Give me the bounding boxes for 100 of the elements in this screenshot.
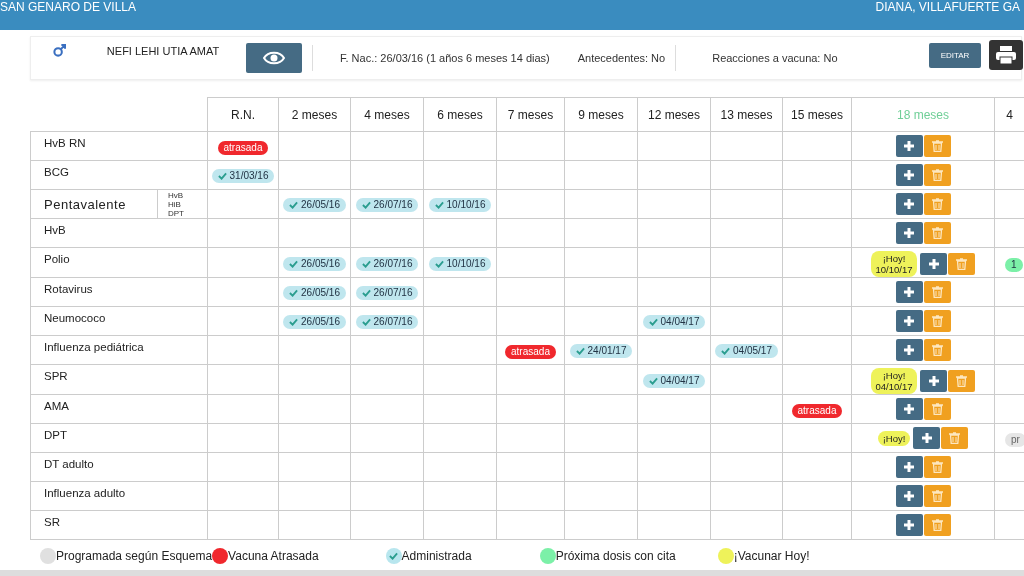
column-header: 13 meses: [710, 97, 783, 132]
legend-label: Programada según Esquema: [56, 549, 213, 563]
vaccine-name: BCG: [30, 160, 208, 190]
overdue-badge: atrasada: [791, 404, 843, 418]
add-button[interactable]: [895, 164, 923, 186]
add-button[interactable]: [920, 370, 948, 392]
administered-badge: 26/05/16: [283, 286, 346, 300]
add-button[interactable]: [895, 339, 923, 361]
administered-badge: 26/05/16: [283, 256, 346, 271]
administered-badge: 10/10/16: [428, 198, 492, 212]
vaccine-name: HvB RN: [30, 131, 208, 161]
print-button[interactable]: [989, 40, 1023, 70]
add-button[interactable]: [895, 310, 923, 332]
administered-badge: 26/05/16: [283, 315, 346, 329]
column-header: 6 meses: [423, 97, 497, 132]
column-header: 2 meses: [278, 97, 351, 132]
check-icon: [434, 201, 444, 209]
add-button[interactable]: [913, 427, 941, 449]
plus-icon: [903, 344, 915, 356]
legend-label: Próxima dosis con cita: [555, 549, 676, 563]
check-icon: [648, 376, 658, 385]
printer-icon: [995, 45, 1017, 65]
check-icon: [434, 259, 444, 268]
trash-icon: [956, 375, 968, 387]
view-button[interactable]: [246, 43, 302, 73]
trash-icon: [949, 432, 961, 444]
legend-label: ¡Vacunar Hoy!: [733, 549, 810, 563]
administered-badge: 26/05/16: [283, 198, 346, 212]
vaccine-name: Polio: [30, 247, 208, 278]
vaccine-name: HvB: [30, 218, 208, 248]
add-button[interactable]: [895, 456, 923, 478]
history-info: Antecedentes: No: [577, 51, 667, 66]
vaccine-name: DT adulto: [30, 452, 208, 482]
trash-icon: [931, 286, 943, 298]
administered-badge: 26/07/16: [355, 286, 419, 300]
check-icon: [289, 318, 299, 326]
plus-icon: [903, 519, 915, 531]
plus-icon: [903, 490, 915, 502]
vaccine-name: SPR: [30, 364, 208, 395]
plus-icon: [903, 227, 915, 239]
administered-badge: 26/07/16: [355, 256, 419, 271]
check-icon: [575, 347, 585, 355]
vaccine-name: Influenza adulto: [30, 481, 208, 511]
administered-badge: 04/04/17: [642, 373, 706, 388]
administered-badge: 10/10/16: [428, 256, 492, 271]
trash-icon: [931, 227, 943, 239]
overdue-badge: atrasada: [505, 345, 556, 359]
scheduled-badge: pr: [1005, 433, 1024, 447]
edit-button[interactable]: EDITAR: [929, 43, 981, 68]
trash-icon: [931, 519, 943, 531]
plus-icon: [920, 432, 933, 444]
plus-icon: [928, 375, 940, 387]
plus-icon: [903, 140, 915, 152]
add-button[interactable]: [920, 253, 948, 275]
column-header: 15 meses: [782, 97, 852, 132]
column-header: 4 meses: [350, 97, 424, 132]
check-icon: [289, 289, 299, 297]
administered-badge: 04/05/17: [715, 344, 778, 358]
column-header: 7 meses: [496, 97, 565, 132]
administered-badge: 31/03/16: [211, 169, 275, 183]
administered-badge: 26/07/16: [355, 198, 419, 212]
plus-icon: [903, 461, 915, 473]
trash-icon: [931, 169, 943, 181]
plus-icon: [903, 198, 915, 210]
add-button[interactable]: [895, 193, 923, 215]
column-header: 12 meses: [637, 97, 711, 132]
plus-icon: [903, 403, 915, 415]
trash-icon: [931, 461, 943, 473]
column-header: R.N.: [207, 97, 279, 132]
add-button[interactable]: [895, 222, 923, 244]
check-icon: [361, 259, 371, 268]
check-icon: [289, 259, 299, 268]
vaccine-name: SR: [30, 510, 208, 540]
trash-icon: [956, 258, 968, 270]
plus-icon: [903, 169, 915, 181]
plus-icon: [903, 286, 915, 298]
legend-label: Administrada: [401, 549, 472, 563]
add-button[interactable]: [895, 485, 923, 507]
add-button[interactable]: [895, 514, 923, 536]
today-badge: ¡Hoy! 10/10/17: [870, 251, 918, 277]
patient-name: NEFI LEHI UTIA AMAT: [105, 45, 221, 57]
add-button[interactable]: [895, 398, 923, 420]
trash-icon: [931, 315, 943, 327]
check-icon: [361, 318, 371, 326]
vaccine-name: DPT: [30, 423, 208, 453]
clinic-name: SAN GENARO DE VILLA: [0, 1, 137, 13]
add-button[interactable]: [895, 281, 923, 303]
vaccine-name: Rotavirus: [30, 277, 208, 307]
vaccine-name: Influenza pediátrica: [30, 335, 208, 365]
check-icon: [389, 552, 399, 560]
trash-icon: [931, 403, 943, 415]
birth-date: F. Nac.: 26/03/16 (1 años 6 meses 14 dias): [312, 45, 578, 71]
check-icon: [648, 318, 658, 326]
add-button[interactable]: [895, 135, 923, 157]
trash-icon: [931, 490, 943, 502]
administered-badge: 26/07/16: [355, 315, 419, 329]
trash-icon: [931, 140, 943, 152]
vaccine-name: AMA: [30, 394, 208, 424]
check-icon: [361, 289, 371, 297]
today-badge: ¡Hoy!: [877, 430, 911, 446]
